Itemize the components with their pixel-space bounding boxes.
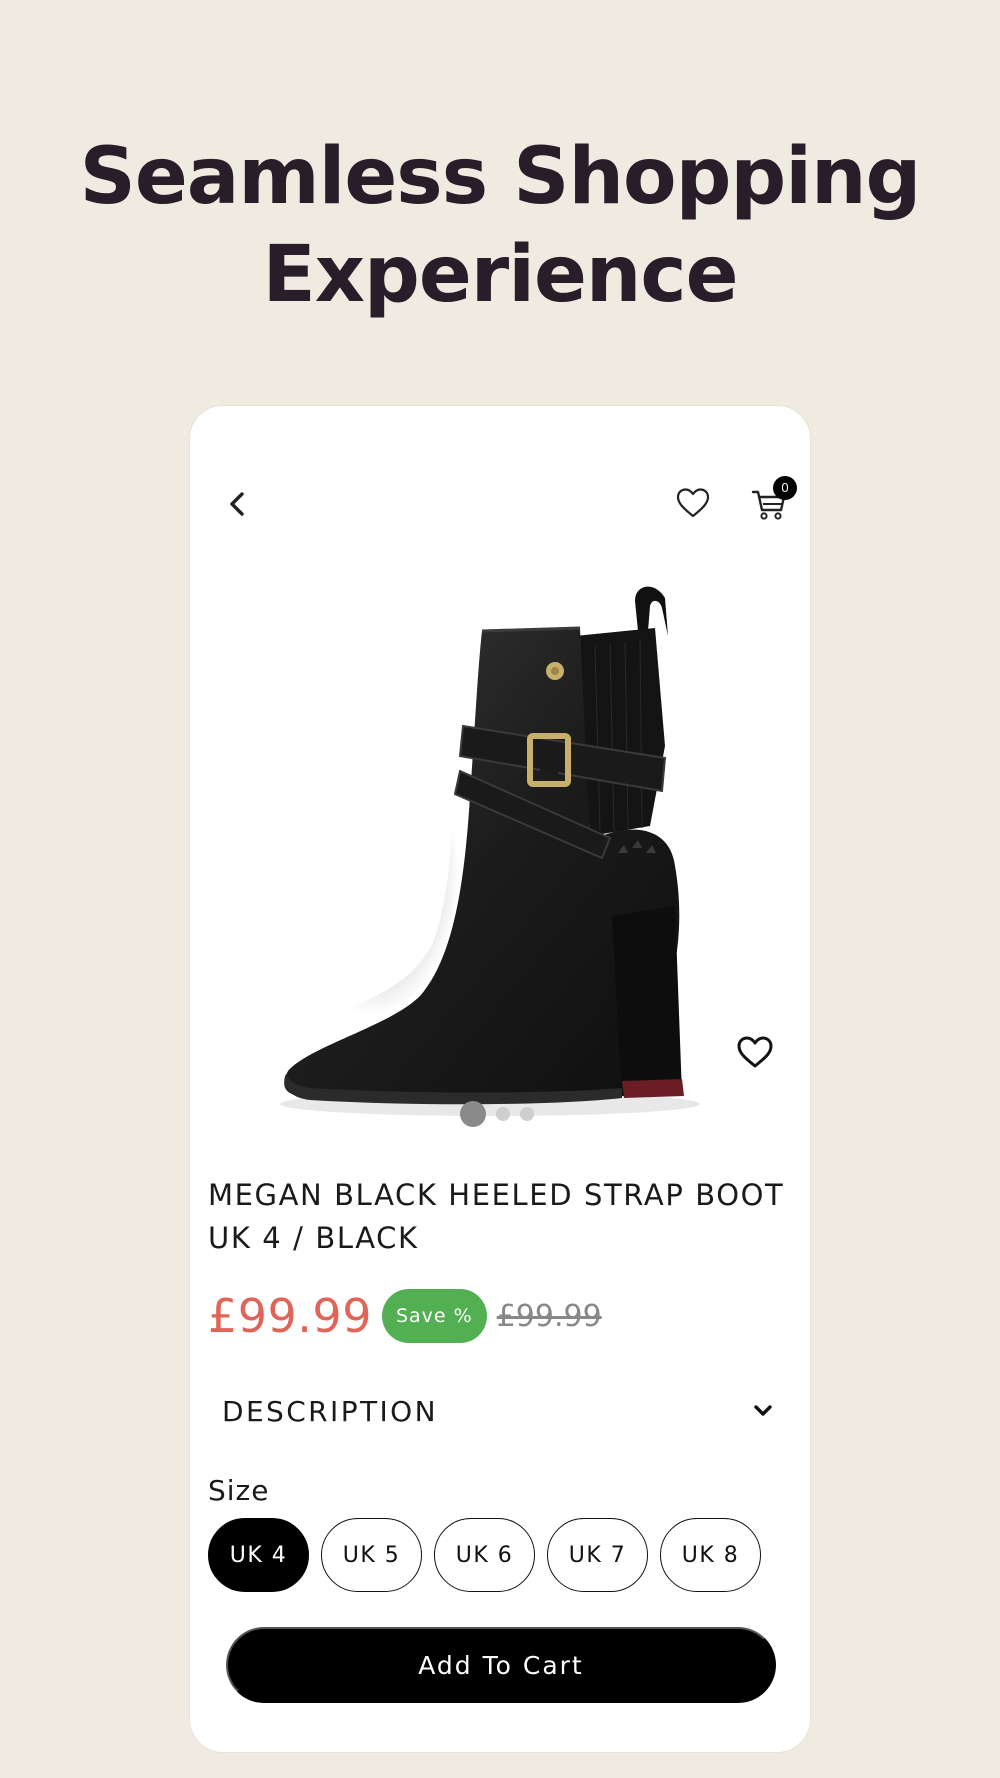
size-label: Size (208, 1474, 270, 1507)
description-accordion[interactable]: DESCRIPTION (208, 1381, 794, 1441)
gallery-dot-2[interactable] (496, 1107, 510, 1121)
hero-line-2: Experience (262, 230, 738, 320)
hero-line-1: Seamless Shopping (79, 132, 922, 222)
size-option-uk5[interactable]: UK 5 (321, 1518, 422, 1592)
size-options: UK 4 UK 5 UK 6 UK 7 UK 8 (208, 1518, 761, 1592)
heart-icon[interactable] (674, 484, 712, 522)
add-to-cart-button[interactable]: Add To Cart (226, 1627, 776, 1703)
size-option-uk4[interactable]: UK 4 (208, 1518, 309, 1592)
chevron-down-icon (754, 1405, 772, 1416)
size-option-uk6[interactable]: UK 6 (434, 1518, 535, 1592)
compare-price: £99.99 (496, 1298, 602, 1334)
gallery-dot-1[interactable] (460, 1101, 486, 1127)
product-card: 0 MEGAN BLACK HEELED STRAP BOOT UK 4 / B… (189, 405, 811, 1753)
product-image-boot[interactable] (250, 576, 770, 1506)
product-price: £99.99 (208, 1289, 372, 1343)
image-heart-icon[interactable] (736, 1034, 774, 1070)
description-label: DESCRIPTION (222, 1394, 438, 1428)
chevron-left-icon[interactable] (218, 484, 258, 524)
product-title: MEGAN BLACK HEELED STRAP BOOT UK 4 / BLA… (208, 1178, 785, 1255)
size-option-uk8[interactable]: UK 8 (660, 1518, 761, 1592)
gallery-pagination (460, 1100, 534, 1128)
price-row: £99.99 Save % £99.99 (208, 1286, 602, 1346)
size-option-uk7[interactable]: UK 7 (547, 1518, 648, 1592)
save-badge: Save % (381, 1289, 487, 1343)
cart-count-badge: 0 (773, 476, 797, 500)
hero-headline: Seamless Shopping Experience (0, 128, 1000, 324)
gallery-dot-3[interactable] (520, 1107, 534, 1121)
